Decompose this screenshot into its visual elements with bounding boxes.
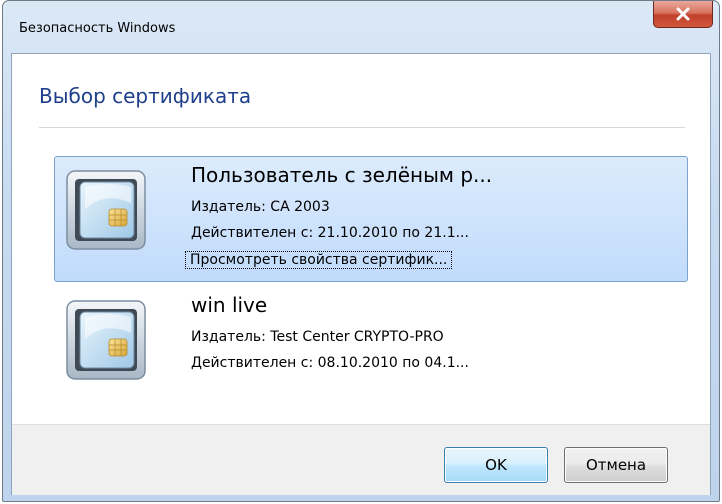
- dialog-heading: Выбор сертификата: [39, 84, 252, 108]
- certificate-item-1[interactable]: Пользователь с зелёным р... Издатель: CA…: [54, 156, 688, 282]
- close-button[interactable]: [653, 1, 713, 28]
- certificate-item-2[interactable]: win live Издатель: Test Center CRYPTO-PR…: [54, 286, 688, 412]
- cancel-button[interactable]: Отмена: [564, 447, 668, 483]
- certificate-name: Пользователь с зелёным р...: [191, 163, 493, 187]
- ok-button[interactable]: OK: [444, 447, 548, 483]
- view-certificate-properties-link[interactable]: Просмотреть свойства сертифик...: [185, 251, 453, 269]
- separator: [39, 127, 685, 128]
- certificate-name: win live: [191, 293, 268, 317]
- smart-card-icon: [65, 299, 147, 381]
- title-bar[interactable]: Безопасность Windows: [3, 1, 719, 53]
- dialog-footer: OK Отмена: [12, 424, 710, 495]
- certificate-validity: Действителен с: 21.10.2010 по 21.1...: [191, 225, 469, 241]
- certificate-issuer: Издатель: CA 2003: [191, 199, 330, 215]
- close-icon: [675, 7, 691, 21]
- certificate-validity: Действителен с: 08.10.2010 по 04.1...: [191, 355, 469, 371]
- dialog-content: Выбор сертификата Пользователь с зелёным…: [11, 53, 711, 495]
- window-title: Безопасность Windows: [19, 21, 176, 36]
- dialog-window: Безопасность Windows Выбор сертификата П…: [2, 0, 720, 502]
- certificate-issuer: Издатель: Test Center CRYPTO-PRO: [191, 329, 444, 345]
- smart-card-icon: [65, 169, 147, 251]
